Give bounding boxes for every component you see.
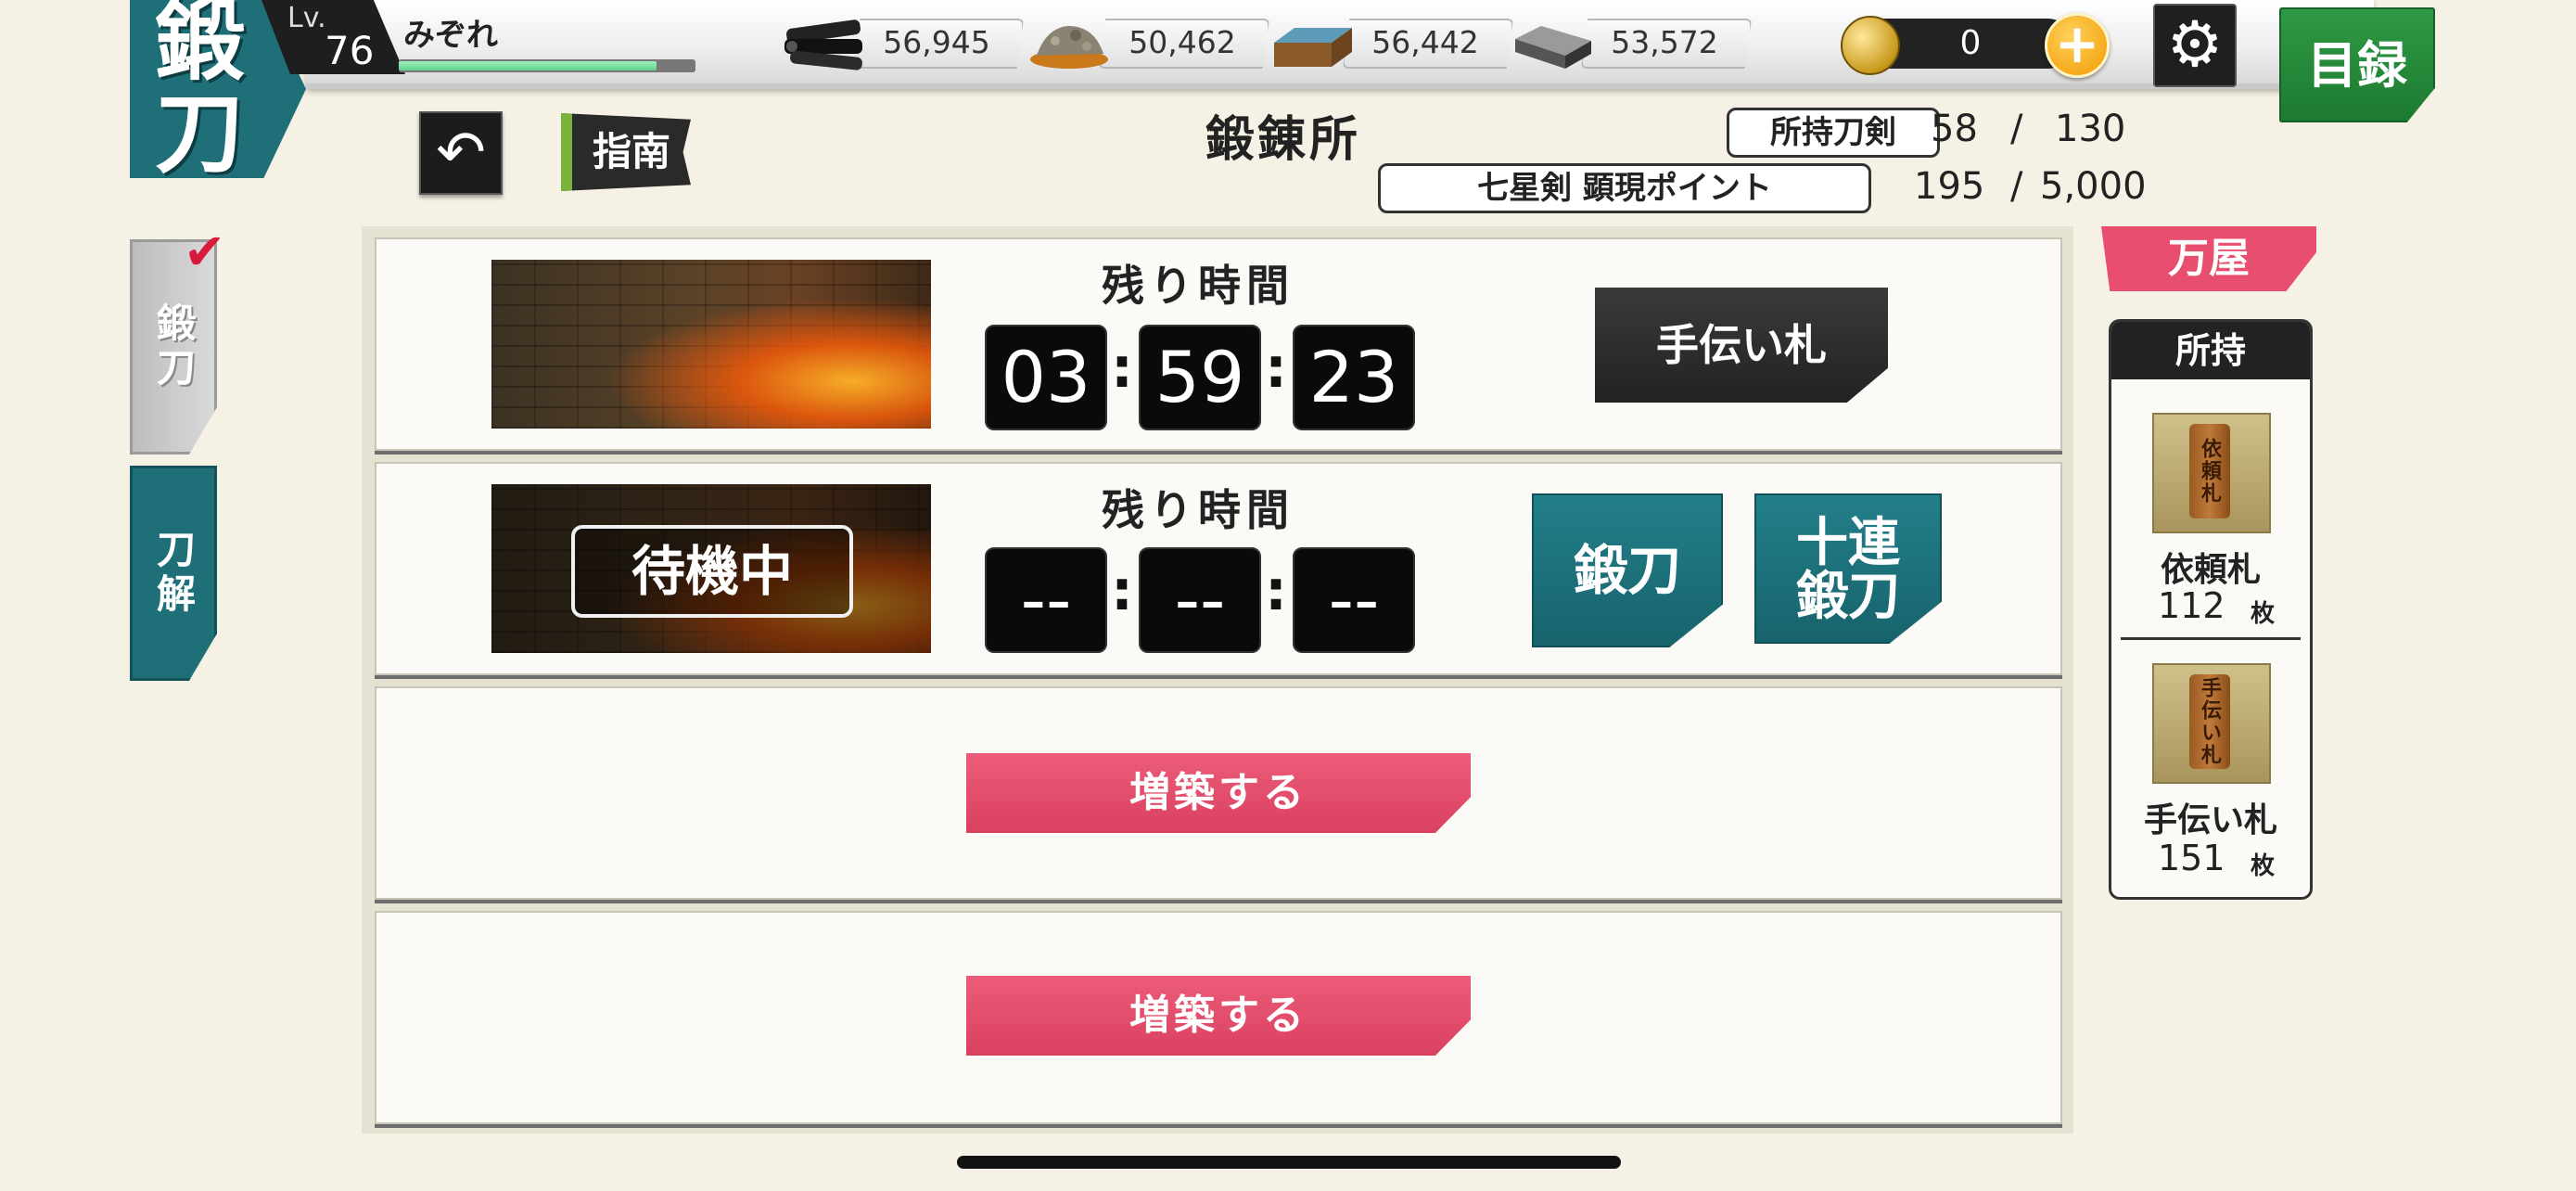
- request-ticket-text: 依頼札: [2189, 424, 2230, 519]
- coin-value: 0: [1959, 24, 1982, 62]
- home-indicator[interactable]: [957, 1156, 1621, 1169]
- expand-slot-button[interactable]: 増築する: [966, 976, 1471, 1056]
- resource-value-whetstone: 53,572: [1611, 24, 1718, 60]
- idle-status-tag: 待機中: [571, 525, 853, 618]
- player-name: みぞれ: [403, 17, 498, 54]
- forge-ten-line-1: 十連: [1796, 512, 1900, 573]
- timer-colon: :: [1265, 336, 1287, 401]
- timer-seconds: --: [1293, 547, 1415, 653]
- page-title: 鍛錬所: [1205, 111, 1362, 168]
- manifest-points-separator: /: [2010, 165, 2023, 208]
- remaining-time-label: 残り時間: [1102, 485, 1294, 535]
- inventory-item-count: 112: [2158, 585, 2225, 626]
- tab-dismantle[interactable]: 刀解: [130, 466, 217, 681]
- inventory-item-unit: 枚: [2251, 852, 2276, 880]
- owned-swords-separator: /: [2010, 108, 2023, 150]
- inventory-item-count: 151: [2158, 838, 2225, 878]
- forge-ten-line-2: 鍛刀: [1796, 566, 1900, 627]
- guide-button[interactable]: 指南: [561, 113, 691, 191]
- inventory-panel: 所持 依頼札 依頼札 112 枚 手伝い札 手伝い札 151 枚: [2109, 319, 2313, 900]
- cooling-material-icon: [1274, 28, 1352, 67]
- xp-bar: [399, 59, 695, 72]
- catalog-button[interactable]: 目録: [2279, 7, 2435, 122]
- forge-ten-button[interactable]: 十連 鍛刀: [1754, 493, 1942, 644]
- back-arrow-icon: ↶: [436, 119, 486, 187]
- remaining-time-label: 残り時間: [1102, 261, 1294, 311]
- owned-swords-current: 58: [1931, 108, 1978, 150]
- inventory-item-name: 手伝い札: [2143, 800, 2277, 839]
- manifest-points-label: 七星剣 顕現ポイント: [1378, 163, 1871, 213]
- charcoal-icon: [784, 19, 862, 70]
- manifest-points-max: 5,000: [2040, 165, 2147, 208]
- timer-hours: 03: [985, 325, 1107, 430]
- resource-value-cooling-material: 56,442: [1371, 24, 1479, 60]
- resource-value-tamahagane: 50,462: [1129, 24, 1236, 60]
- forge-button[interactable]: 鍛刀: [1532, 493, 1723, 647]
- owned-swords-max: 130: [2055, 108, 2126, 150]
- request-ticket-icon: 依頼札: [2152, 413, 2271, 533]
- timer-colon: :: [1111, 336, 1133, 401]
- mode-badge-label: 鍛刀: [155, 0, 244, 186]
- use-help-ticket-button[interactable]: 手伝い札: [1595, 288, 1888, 403]
- help-ticket-icon: 手伝い札: [2152, 663, 2271, 784]
- koban-coin-icon: [1841, 16, 1900, 75]
- inventory-item-name: 依頼札: [2160, 550, 2261, 589]
- timer-minutes: 59: [1139, 325, 1261, 430]
- back-button[interactable]: ↶: [419, 111, 503, 195]
- inventory-title: 所持: [2111, 322, 2310, 379]
- timer-colon: :: [1111, 558, 1133, 623]
- xp-bar-fill: [399, 61, 657, 70]
- manifest-points-current: 195: [1914, 165, 1985, 208]
- level-label: Lv.: [287, 2, 326, 34]
- active-check-icon: ✔: [184, 223, 226, 281]
- timer-hours: --: [985, 547, 1107, 653]
- tamahagane-icon: [1030, 26, 1108, 69]
- timer-minutes: --: [1139, 547, 1261, 653]
- expand-slot-button[interactable]: 増築する: [966, 753, 1471, 833]
- owned-swords-label: 所持刀剣: [1727, 108, 1940, 158]
- resource-value-charcoal: 56,945: [883, 24, 990, 60]
- settings-button[interactable]: ⚙: [2153, 4, 2237, 87]
- help-ticket-text: 手伝い札: [2189, 674, 2230, 769]
- level-value: 76: [325, 28, 375, 73]
- timer-colon: :: [1265, 558, 1287, 623]
- timer-seconds: 23: [1293, 325, 1415, 430]
- inventory-item-unit: 枚: [2251, 600, 2276, 628]
- gear-icon: ⚙: [2166, 8, 2224, 82]
- forge-fire-image: [491, 260, 931, 429]
- whetstone-icon: [1515, 26, 1591, 69]
- shop-button[interactable]: 万屋: [2101, 226, 2316, 291]
- add-coin-button[interactable]: +: [2045, 13, 2110, 78]
- inventory-divider: [2121, 637, 2301, 640]
